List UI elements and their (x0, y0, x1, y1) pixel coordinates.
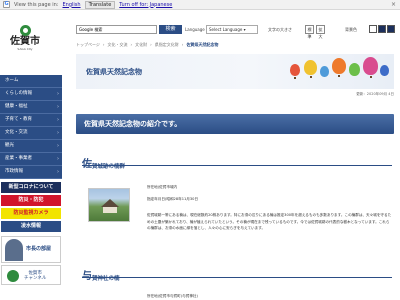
sidebar-item-city-info[interactable]: 市政情報 › (0, 166, 62, 179)
breadcrumb-sep: › (150, 42, 152, 47)
sidebar-item-culture[interactable]: 文化・交流 › (0, 127, 62, 140)
chevron-right-icon: › (57, 169, 59, 175)
sidebar-item-tourism[interactable]: 観光 › (0, 140, 62, 153)
sidebar-item-label: 子育て・教育 (5, 117, 32, 122)
sidebar: ホーム くらしの情報 › 健康・福祉 › 子育て・教育 › 文化・交流 › 観光 › 産業… (0, 75, 62, 300)
breadcrumb-home[interactable]: トップページ (76, 42, 100, 50)
section-designated-date: 指定年月日(昭和28年11月30日 (147, 197, 199, 201)
site-header: 佐賀市 SAGA City 検索 Language Select Languag… (0, 10, 400, 51)
disaster-prevention-banner[interactable]: 防災・防犯 (1, 195, 61, 206)
sidebar-item-label: 文化・交流 (5, 130, 28, 135)
city-emblem-icon (19, 25, 31, 36)
font-size-enlarge-button[interactable]: 拡大 (316, 25, 325, 39)
sidebar-item-label: 産業・事業者 (5, 156, 32, 161)
camphor-tree-photo (88, 188, 130, 222)
section-initial: 佐 (82, 159, 92, 170)
channel-label-line-2: チャンネル (24, 276, 47, 281)
mayor-photo (5, 239, 23, 261)
sidebar-item-home[interactable]: ホーム (0, 75, 62, 88)
translate-close-icon[interactable]: × (391, 1, 396, 8)
chevron-right-icon: › (57, 130, 59, 136)
breadcrumb-culture[interactable]: 文化・交流 (108, 42, 128, 50)
font-size-standard-button[interactable]: 標準 (305, 25, 314, 39)
photo-roof (101, 199, 119, 207)
search-button[interactable]: 検索 (159, 25, 182, 34)
breadcrumb-prefecture-property[interactable]: 県指定文化財 (155, 42, 179, 50)
google-translate-icon: G (3, 1, 10, 8)
update-date: 更新：2020年09月 4日 (356, 92, 394, 96)
city-channel-banner[interactable]: 佐賀市 チャンネル (1, 265, 61, 285)
sidebar-item-childcare[interactable]: 子育て・教育 › (0, 114, 62, 127)
sidebar-item-label: 健康・福祉 (5, 104, 28, 109)
section-title: 賀城跡の楠群 (92, 164, 126, 170)
translate-language-link[interactable]: English (63, 2, 81, 8)
section-initial: 与 (82, 271, 92, 282)
sidebar-item-label: くらしの情報 (5, 91, 32, 96)
chevron-right-icon: › (57, 104, 59, 110)
language-label: Language (185, 27, 205, 32)
section-title: 賀神社の楠 (92, 276, 120, 282)
page-hero: 佐賀県天然記念物 (76, 54, 394, 89)
section-description: 佐賀城跡一帯にある楠は、現在総数約20株あります。特にお濠の辺りにある楠は推定3… (147, 213, 392, 231)
section-location: 所在地(佐賀市城内 (147, 185, 178, 189)
page-title: 佐賀県天然記念物 (86, 68, 142, 76)
translate-button[interactable]: Translate (84, 0, 116, 9)
chevron-right-icon: › (57, 91, 59, 97)
language-select[interactable]: Select Language ▾ (206, 25, 258, 34)
sidebar-item-living[interactable]: くらしの情報 › (0, 88, 62, 101)
translate-view-label: View this page in: (14, 1, 59, 8)
sidebar-item-label: 観光 (5, 143, 14, 148)
photo-wall (103, 207, 117, 213)
sidebar-item-health[interactable]: 健康・福祉 › (0, 101, 62, 114)
water-info-banner[interactable]: 凌水情報 (1, 221, 61, 232)
breadcrumb: トップページ › 文化・交流 › 文化財 › 県指定文化財 › 佐賀県天然記念物 (76, 42, 396, 50)
section-heading: 佐賀城跡の楠群 (82, 155, 392, 170)
translate-bar: G View this page in: English Translate T… (0, 0, 400, 10)
covid-banner[interactable]: 新型コロナについて (1, 182, 61, 193)
breadcrumb-sep: › (181, 42, 184, 47)
chevron-right-icon: › (57, 117, 59, 123)
sidebar-item-label: ホーム (5, 78, 19, 83)
chevron-right-icon: › (57, 143, 59, 149)
background-white-button[interactable] (369, 25, 377, 33)
search-input[interactable] (76, 25, 157, 34)
breadcrumb-current: 佐賀県天然記念物 (186, 42, 219, 47)
disaster-camera-banner[interactable]: 防災監視カメラ (1, 208, 61, 219)
sidebar-item-label: 市政情報 (5, 169, 23, 174)
font-size-label: 文字の大きさ (268, 27, 292, 32)
logo-name: 佐賀市 (10, 36, 40, 47)
section-location: 所在地(佐賀市与賀町(与賀神社) (147, 294, 198, 298)
sidebar-item-industry[interactable]: 産業・事業者 › (0, 153, 62, 166)
channel-label: 佐賀市 チャンネル (24, 271, 46, 281)
background-dark-button[interactable] (387, 25, 395, 33)
translate-turn-off-link[interactable]: Turn off for: Japanese (119, 2, 172, 8)
breadcrumb-sep: › (130, 42, 133, 47)
chevron-right-icon: › (57, 156, 59, 162)
city-emblem-icon (7, 270, 19, 282)
site-logo[interactable]: 佐賀市 SAGA City (7, 25, 43, 51)
logo-sub: SAGA City (17, 47, 33, 51)
background-blue-button[interactable] (378, 25, 386, 33)
background-color-label: 背景色 (345, 27, 357, 32)
section-heading: 与賀神社の楠 (82, 267, 392, 282)
breadcrumb-sep: › (102, 42, 105, 47)
intro-heading: 佐賀県天然記念物の紹介です。 (76, 114, 394, 134)
mayor-room-label: 市長の部屋 (26, 246, 52, 252)
mayor-room-banner[interactable]: 市長の部屋 (1, 236, 61, 263)
breadcrumb-cultural-property[interactable]: 文化財 (135, 42, 147, 50)
